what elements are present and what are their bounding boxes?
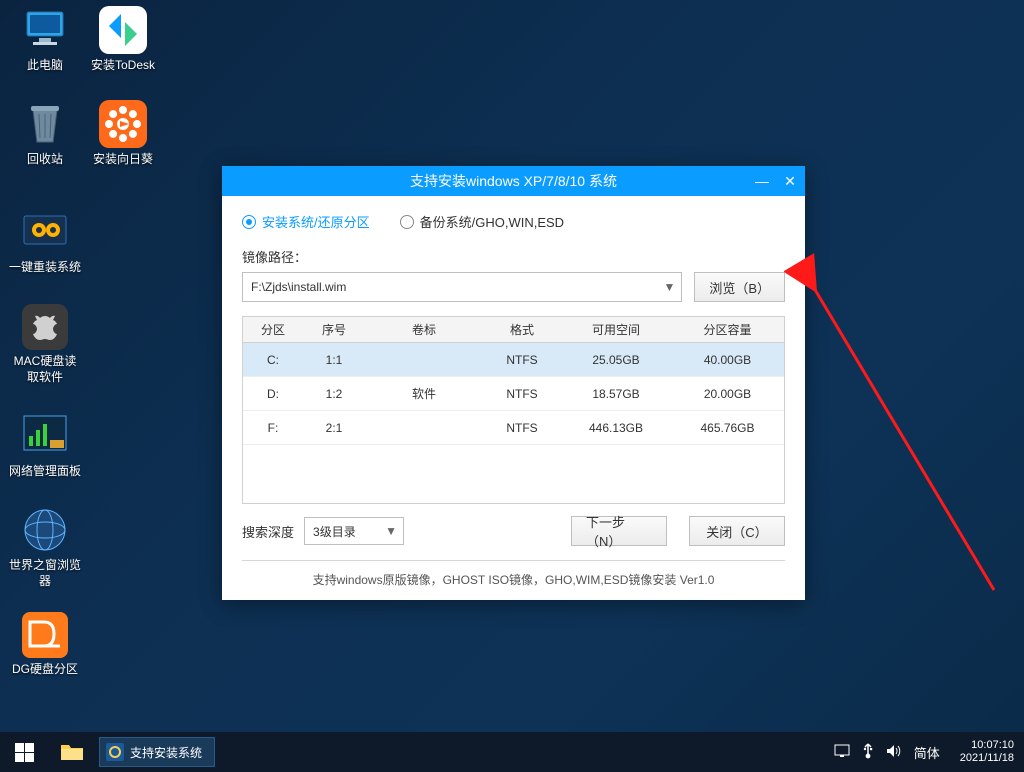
desktop-icon-label: 安装ToDesk: [86, 58, 160, 74]
cell-free: 25.05GB: [561, 343, 671, 376]
radio-install[interactable]: 安装系统/还原分区: [242, 212, 370, 231]
radio-backup[interactable]: 备份系统/GHO,WIN,ESD: [400, 212, 564, 231]
desktop-icon-label: 一键重装系统: [8, 260, 82, 276]
taskbar-app-button[interactable]: 支持安装系统: [99, 737, 215, 767]
table-row[interactable]: C:1:1 NTFS25.05GB40.00GB: [243, 343, 784, 377]
cell-capacity: 40.00GB: [671, 343, 784, 376]
desktop-icon-sunflower[interactable]: 安装向日葵: [86, 100, 160, 168]
search-depth-value: 3级目录: [313, 523, 356, 540]
col-index: 序号: [303, 317, 365, 342]
taskbar: 支持安装系统 简体 10:07:10 2021/11/18: [0, 732, 1024, 772]
desktop-icon-dg-partition[interactable]: DG硬盘分区: [8, 612, 82, 678]
tray-volume-icon[interactable]: [886, 744, 902, 761]
cell-partition: F:: [243, 411, 303, 444]
table-row[interactable]: F:2:1 NTFS446.13GB465.76GB: [243, 411, 784, 445]
radio-icon: [242, 215, 256, 229]
installer-window: 支持安装windows XP/7/8/10 系统 — ✕ 安装系统/还原分区 备…: [222, 166, 805, 600]
cell-format: NTFS: [483, 411, 561, 444]
next-button[interactable]: 下一步（N）: [571, 516, 667, 546]
dropdown-icon: ▼: [385, 524, 397, 538]
cell-index: 1:2: [303, 377, 365, 410]
taskbar-clock[interactable]: 10:07:10 2021/11/18: [952, 739, 1014, 764]
cell-free: 18.57GB: [561, 377, 671, 410]
desktop-icon-todesk[interactable]: 安装ToDesk: [86, 6, 160, 74]
cell-label: [365, 411, 483, 444]
titlebar[interactable]: 支持安装windows XP/7/8/10 系统 — ✕: [222, 166, 805, 196]
desktop-icon-label: 网络管理面板: [8, 464, 82, 480]
col-label: 卷标: [365, 317, 483, 342]
dropdown-icon[interactable]: ▼: [663, 280, 675, 294]
desktop-icon-network-panel[interactable]: 网络管理面板: [8, 412, 82, 480]
cell-index: 1:1: [303, 343, 365, 376]
tray-network-icon[interactable]: [834, 744, 850, 761]
system-tray: 简体 10:07:10 2021/11/18: [834, 732, 1024, 772]
cell-capacity: 465.76GB: [671, 411, 784, 444]
cell-partition: D:: [243, 377, 303, 410]
taskbar-time: 10:07:10: [960, 739, 1014, 752]
desktop-icon-label: MAC硬盘读取软件: [8, 354, 82, 385]
desktop-icon-label: DG硬盘分区: [8, 662, 82, 678]
tray-usb-icon[interactable]: [862, 743, 874, 762]
window-title: 支持安装windows XP/7/8/10 系统: [410, 171, 617, 191]
cell-label: 软件: [365, 377, 483, 410]
desktop-icon-recycle-bin[interactable]: 回收站: [8, 100, 82, 168]
close-icon[interactable]: ✕: [781, 173, 799, 190]
desktop-icon-this-pc[interactable]: 此电脑: [8, 6, 82, 74]
desktop-icon-browser[interactable]: 世界之窗浏览器: [8, 506, 82, 589]
image-path-value: F:\Zjds\install.wim: [251, 280, 346, 294]
cell-capacity: 20.00GB: [671, 377, 784, 410]
image-path-input[interactable]: F:\Zjds\install.wim ▼: [242, 272, 682, 302]
minimize-icon[interactable]: —: [753, 173, 771, 189]
search-depth-select[interactable]: 3级目录 ▼: [304, 517, 404, 545]
cell-partition: C:: [243, 343, 303, 376]
desktop-icon-label: 回收站: [8, 152, 82, 168]
windows-logo-icon: [15, 743, 34, 762]
cell-free: 446.13GB: [561, 411, 671, 444]
taskbar-file-explorer[interactable]: [48, 732, 96, 772]
browse-button[interactable]: 浏览（B）: [694, 272, 785, 302]
col-capacity: 分区容量: [671, 317, 784, 342]
cell-format: NTFS: [483, 377, 561, 410]
taskbar-app-label: 支持安装系统: [130, 744, 202, 761]
table-row[interactable]: D:1:2软件NTFS18.57GB20.00GB: [243, 377, 784, 411]
radio-backup-label: 备份系统/GHO,WIN,ESD: [420, 212, 564, 231]
radio-install-label: 安装系统/还原分区: [262, 212, 370, 231]
table-header: 分区 序号 卷标 格式 可用空间 分区容量: [243, 317, 784, 343]
desktop-icon-reinstall[interactable]: 一键重装系统: [8, 208, 82, 276]
desktop-icon-label: 世界之窗浏览器: [8, 558, 82, 589]
col-free: 可用空间: [561, 317, 671, 342]
tray-ime[interactable]: 简体: [914, 743, 940, 762]
desktop-icon-label: 此电脑: [8, 58, 82, 74]
footer-text: 支持windows原版镜像，GHOST ISO镜像，GHO,WIM,ESD镜像安…: [242, 560, 785, 588]
cell-index: 2:1: [303, 411, 365, 444]
radio-icon: [400, 215, 414, 229]
col-format: 格式: [483, 317, 561, 342]
desktop-icon-mac-disk[interactable]: MAC硬盘读取软件: [8, 304, 82, 385]
desktop-icon-label: 安装向日葵: [86, 152, 160, 168]
image-path-label: 镜像路径：: [242, 247, 785, 266]
start-button[interactable]: [0, 732, 48, 772]
search-depth-label: 搜索深度: [242, 522, 294, 541]
partition-table: 分区 序号 卷标 格式 可用空间 分区容量 C:1:1NTFS25.05GB40…: [242, 316, 785, 504]
cell-format: NTFS: [483, 343, 561, 376]
taskbar-date: 2021/11/18: [960, 752, 1014, 765]
cell-label: [365, 343, 483, 376]
col-partition: 分区: [243, 317, 303, 342]
close-button[interactable]: 关闭（C）: [689, 516, 785, 546]
